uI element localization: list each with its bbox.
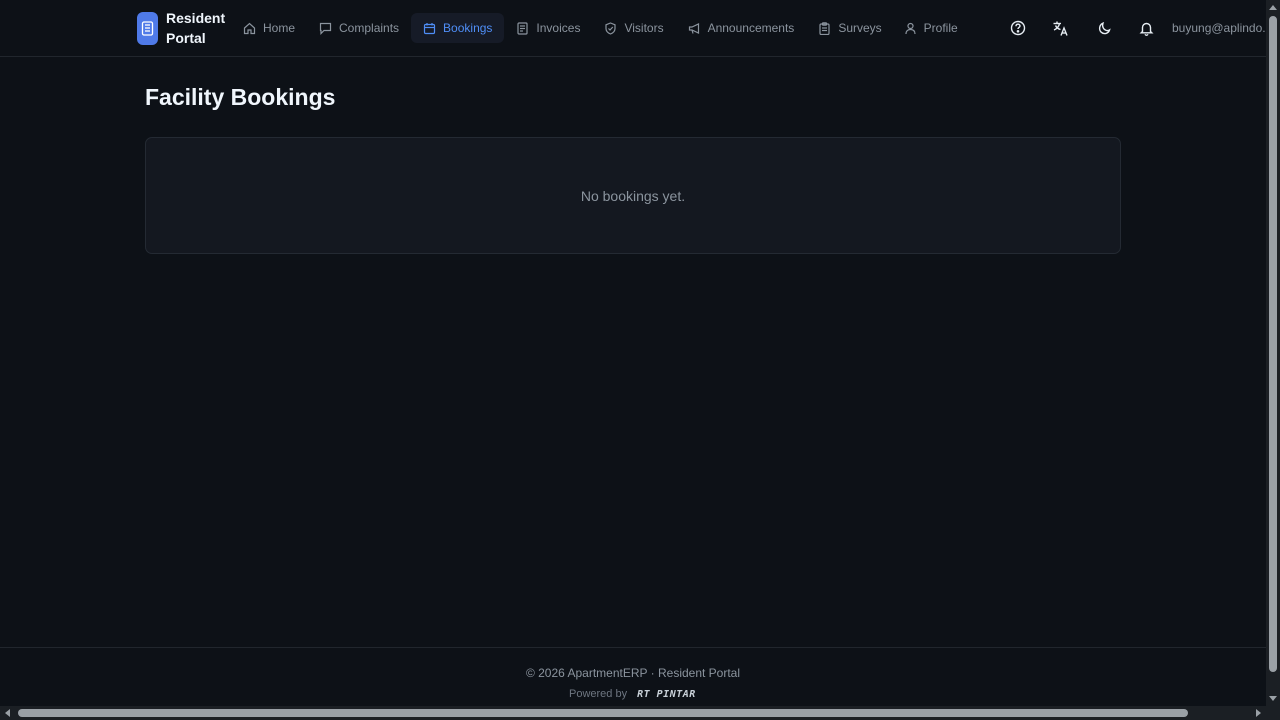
- nav-item-label: Surveys: [838, 21, 882, 35]
- home-icon: [243, 22, 256, 35]
- translate-icon[interactable]: [1049, 17, 1071, 39]
- horizontal-scrollbar-thumb[interactable]: [18, 709, 1188, 717]
- nav-item-bookings[interactable]: Bookings: [411, 13, 505, 43]
- top-navigation-bar: Resident Portal Home Complaints Bookings: [0, 0, 1266, 57]
- nav-item-label: Profile: [923, 21, 958, 35]
- calendar-icon: [423, 22, 436, 35]
- brand-name: Resident Portal: [166, 10, 226, 46]
- nav-item-label: Visitors: [624, 21, 664, 35]
- user-icon: [904, 22, 917, 35]
- nav-item-label: Announcements: [707, 21, 795, 35]
- scroll-left-arrow-icon[interactable]: [5, 709, 10, 717]
- nav-item-home[interactable]: Home: [231, 13, 307, 43]
- bookings-card: No bookings yet.: [145, 137, 1121, 254]
- page-title: Facility Bookings: [145, 84, 336, 110]
- bell-icon[interactable]: [1135, 17, 1157, 39]
- scroll-down-arrow-icon[interactable]: [1269, 696, 1277, 701]
- footer: © 2026 ApartmentERP · Resident Portal Po…: [0, 647, 1266, 706]
- empty-state-message: No bookings yet.: [580, 187, 686, 204]
- shield-icon: [604, 21, 617, 35]
- help-icon[interactable]: [1007, 17, 1029, 39]
- brand[interactable]: Resident Portal: [137, 8, 228, 48]
- vertical-scrollbar[interactable]: [1266, 0, 1280, 706]
- nav-item-label: Complaints: [339, 21, 400, 35]
- nav-item-invoices[interactable]: Invoices: [504, 13, 592, 43]
- horizontal-scrollbar[interactable]: [0, 706, 1280, 720]
- scroll-right-arrow-icon[interactable]: [1256, 709, 1261, 717]
- scroll-up-arrow-icon[interactable]: [1269, 5, 1277, 10]
- vertical-scrollbar-thumb[interactable]: [1269, 16, 1277, 672]
- building-icon: [137, 11, 158, 45]
- powered-by-label: Powered by: [569, 688, 628, 700]
- nav-item-profile[interactable]: Profile: [894, 13, 968, 43]
- powered-by: Powered by RT PINTAR: [569, 688, 696, 700]
- document-icon: [516, 21, 529, 35]
- nav-item-visitors[interactable]: Visitors: [592, 13, 675, 43]
- nav-item-label: Invoices: [536, 21, 581, 35]
- clipboard-icon: [818, 21, 831, 35]
- user-menu[interactable]: buyung@aplindo.: [1172, 21, 1266, 35]
- chat-bubble-icon: [319, 22, 332, 35]
- copyright-text: © 2026 ApartmentERP · Resident Portal: [525, 666, 741, 680]
- powered-by-logo[interactable]: RT PINTAR: [637, 689, 696, 700]
- nav-item-announcements[interactable]: Announcements: [676, 13, 807, 43]
- megaphone-icon: [688, 22, 701, 35]
- viewport: Resident Portal Home Complaints Bookings: [0, 0, 1266, 706]
- moon-icon[interactable]: [1093, 17, 1115, 39]
- nav-item-surveys[interactable]: Surveys: [806, 13, 893, 43]
- nav-item-label: Bookings: [443, 21, 493, 35]
- main-nav: Home Complaints Bookings Invoices Visito…: [231, 13, 968, 43]
- nav-item-complaints[interactable]: Complaints: [307, 13, 411, 43]
- nav-item-label: Home: [263, 21, 296, 35]
- scrollbar-corner: [1266, 706, 1280, 720]
